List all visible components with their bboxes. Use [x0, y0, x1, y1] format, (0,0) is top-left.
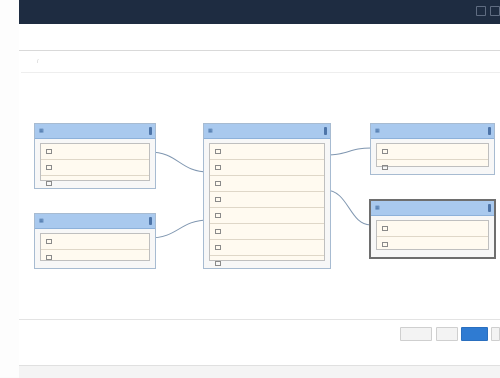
field-list — [376, 220, 489, 250]
field-row[interactable] — [377, 221, 488, 237]
field-row[interactable] — [41, 144, 149, 160]
field-list — [40, 233, 150, 261]
desktop-background — [0, 0, 19, 377]
field-row[interactable] — [377, 160, 488, 175]
footer-button-2[interactable] — [436, 327, 458, 341]
table-header[interactable]: ▦ — [35, 124, 155, 139]
entity-table[interactable]: ▦ — [34, 213, 156, 269]
field-list — [209, 143, 325, 266]
entity-table[interactable]: ▦ — [34, 123, 156, 189]
breadcrumb: / — [33, 59, 42, 65]
field-row[interactable] — [210, 160, 324, 176]
footer-button-1[interactable] — [400, 327, 432, 341]
table-menu-icon[interactable] — [488, 127, 491, 135]
field-icon — [46, 255, 52, 260]
field-row[interactable] — [210, 240, 324, 256]
page-header — [19, 24, 500, 51]
field-row[interactable] — [377, 237, 488, 252]
table-icon: ▦ — [375, 128, 380, 134]
field-icon — [215, 229, 221, 234]
field-row[interactable] — [377, 144, 488, 160]
footer-divider — [19, 319, 500, 320]
relation-line — [324, 147, 372, 156]
entity-table[interactable]: ▦ — [203, 123, 331, 269]
table-header[interactable]: ▦ — [371, 124, 494, 139]
field-icon — [382, 242, 388, 247]
footer-primary-button[interactable] — [461, 327, 488, 341]
table-icon: ▦ — [39, 218, 44, 224]
breadcrumb-divider — [21, 72, 500, 73]
breadcrumb-separator: / — [37, 59, 39, 65]
field-icon — [382, 226, 388, 231]
field-row[interactable] — [210, 176, 324, 192]
field-row[interactable] — [210, 224, 324, 240]
entity-table-selected[interactable]: ▦ — [369, 199, 496, 259]
table-header[interactable]: ▦ — [371, 201, 494, 216]
table-icon: ▦ — [39, 128, 44, 134]
table-icon: ▦ — [208, 128, 213, 134]
field-row[interactable] — [210, 192, 324, 208]
field-icon — [215, 181, 221, 186]
field-icon — [46, 181, 52, 186]
field-list — [376, 143, 489, 170]
table-icon: ▦ — [375, 205, 380, 211]
field-icon — [215, 261, 221, 266]
relation-line — [148, 151, 210, 173]
footer-button-4[interactable] — [491, 327, 500, 341]
field-icon — [46, 165, 52, 170]
minimize-icon[interactable] — [476, 6, 486, 16]
field-icon — [215, 213, 221, 218]
table-menu-icon[interactable] — [149, 217, 152, 225]
field-icon — [46, 239, 52, 244]
table-menu-icon[interactable] — [488, 204, 491, 212]
table-menu-icon[interactable] — [149, 127, 152, 135]
entity-table[interactable]: ▦ — [370, 123, 495, 175]
field-row[interactable] — [41, 160, 149, 176]
field-row[interactable] — [41, 176, 149, 191]
field-icon — [46, 149, 52, 154]
field-icon — [382, 149, 388, 154]
field-icon — [215, 197, 221, 202]
relation-line — [148, 219, 210, 239]
field-row[interactable] — [41, 250, 149, 265]
relation-line — [324, 189, 372, 226]
field-icon — [215, 165, 221, 170]
field-row[interactable] — [41, 234, 149, 250]
table-menu-icon[interactable] — [324, 127, 327, 135]
close-icon[interactable] — [490, 6, 500, 16]
field-row[interactable] — [210, 256, 324, 271]
field-row[interactable] — [210, 208, 324, 224]
status-bar — [19, 365, 500, 378]
field-list — [40, 143, 150, 186]
table-header[interactable]: ▦ — [204, 124, 330, 139]
title-bar — [19, 0, 500, 24]
field-icon — [215, 245, 221, 250]
app-window: / ▦ ▦ ▦ ▦ ▦ — [19, 0, 500, 378]
field-icon — [382, 165, 388, 170]
field-icon — [215, 149, 221, 154]
table-header[interactable]: ▦ — [35, 214, 155, 229]
field-row[interactable] — [210, 144, 324, 160]
